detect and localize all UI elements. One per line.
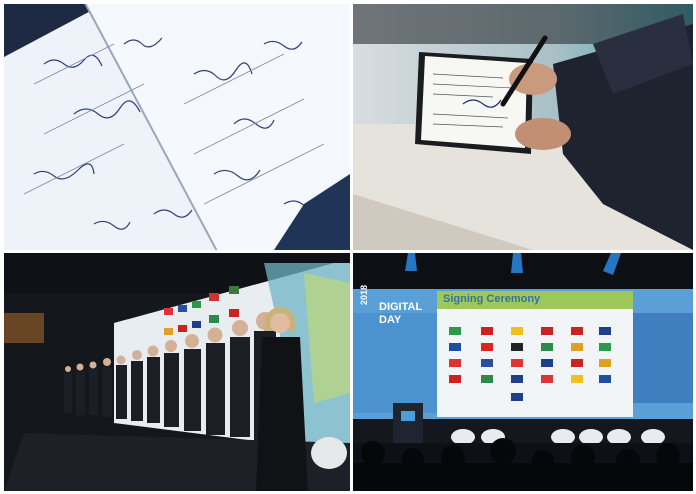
signed-documents-photo: [4, 4, 350, 250]
stage-chairs: [451, 429, 665, 445]
hand: [515, 118, 571, 150]
podium: [393, 403, 423, 443]
stage-screen-photo: 2018 DIGITAL DAY Signing Ceremony: [353, 253, 693, 491]
delegates-on-stage-photo: [4, 253, 350, 491]
hand-signing-photo: [353, 4, 693, 250]
document-folder: [415, 52, 533, 154]
flag-grid: [449, 327, 611, 401]
